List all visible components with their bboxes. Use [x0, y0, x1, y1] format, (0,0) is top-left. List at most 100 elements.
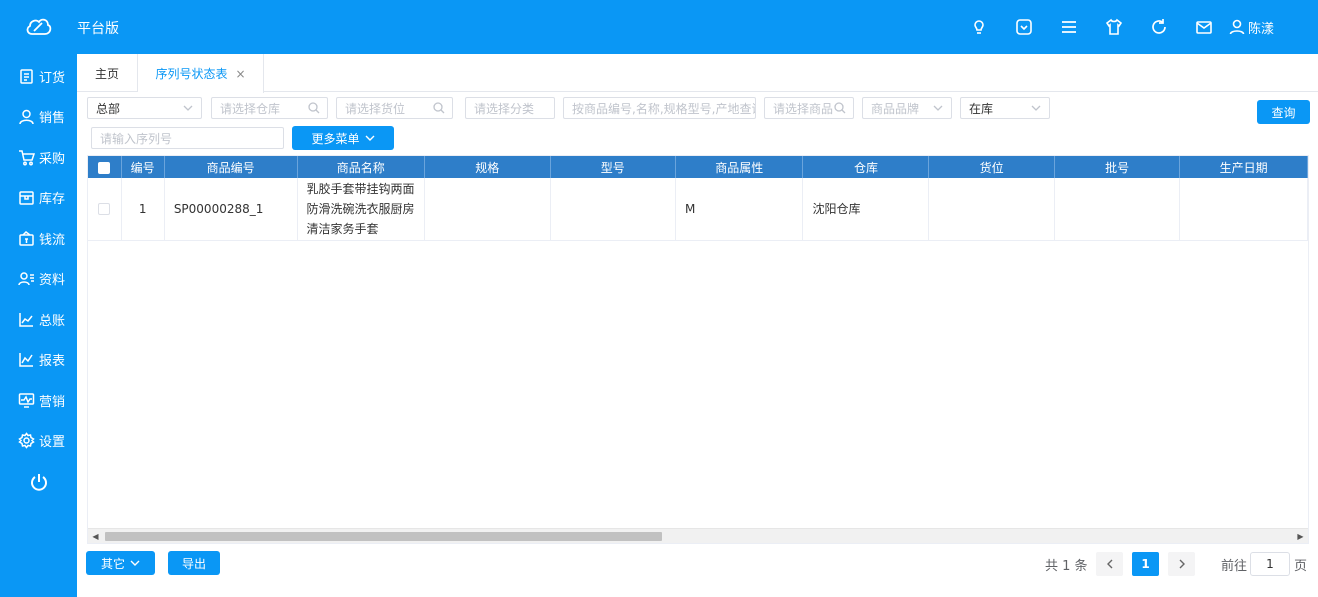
column-header[interactable]: 货位: [928, 156, 1055, 178]
scroll-left-arrow-icon[interactable]: ◀: [88, 529, 103, 543]
tab-home[interactable]: 主页: [77, 54, 138, 92]
cell-name: 乳胶手套带挂钩两面防滑洗碗洗衣服厨房清洁家务手套: [297, 178, 426, 241]
goto-page-input[interactable]: 1: [1250, 552, 1290, 576]
sidebar-item-sales[interactable]: 销售: [0, 97, 77, 138]
sidebar-item-label: 设置: [39, 435, 66, 451]
chevron-down-icon: [183, 105, 193, 111]
query-button-label: 查询: [1271, 105, 1296, 120]
sidebar-item-order[interactable]: 订货: [0, 56, 77, 97]
shirt-icon[interactable]: [1092, 0, 1137, 54]
horizontal-scrollbar[interactable]: ◀ ▶: [88, 528, 1308, 543]
app-title: 平台版: [77, 21, 119, 37]
column-header[interactable]: 商品名称: [297, 156, 426, 178]
column-header[interactable]: 规格: [424, 156, 551, 178]
cell-batch: [1054, 178, 1181, 241]
scroll-right-arrow-icon[interactable]: ▶: [1293, 529, 1308, 543]
select-all-header[interactable]: [88, 156, 122, 178]
sidebar-item-settings[interactable]: 设置: [0, 421, 77, 462]
product-select-placeholder: 请选择商品: [773, 101, 834, 116]
brand-select[interactable]: 商品品牌: [862, 97, 952, 119]
warehouse-select[interactable]: 请选择仓库: [211, 97, 328, 119]
product-search-placeholder: 按商品编号,名称,规格型号,产地查询: [572, 101, 756, 116]
query-button[interactable]: 查询: [1257, 100, 1310, 124]
cell-spec: [424, 178, 551, 241]
top-bar: 平台版 陈漾: [0, 0, 1318, 54]
page-number-current[interactable]: 1: [1132, 552, 1159, 576]
scrollbar-thumb[interactable]: [105, 532, 662, 541]
column-header[interactable]: 批号: [1054, 156, 1181, 178]
sidebar-item-purchase[interactable]: 采购: [0, 137, 77, 178]
status-select-value: 在库: [969, 101, 994, 116]
logout-button[interactable]: [0, 461, 77, 503]
mail-icon[interactable]: [1182, 0, 1227, 54]
column-header[interactable]: 编号: [121, 156, 165, 178]
sidebar-item-label: 总账: [39, 313, 66, 329]
power-icon: [30, 474, 47, 491]
select-all-checkbox[interactable]: [98, 161, 111, 174]
row-select-cell[interactable]: [88, 178, 122, 241]
close-icon[interactable]: ×: [235, 67, 245, 81]
next-page-button[interactable]: [1168, 552, 1195, 576]
scope-select[interactable]: 总部: [87, 97, 202, 119]
header-toolbar: 陈漾: [957, 0, 1318, 54]
menu-icon[interactable]: [1047, 0, 1092, 54]
search-icon: [834, 102, 846, 114]
category-select[interactable]: 请选择分类: [465, 97, 555, 119]
order-icon: [20, 69, 33, 84]
chevron-down-icon: [130, 560, 140, 566]
status-select[interactable]: 在库: [960, 97, 1050, 119]
user-name: 陈漾: [1247, 21, 1274, 37]
profile-icon: [18, 272, 34, 286]
category-select-placeholder: 请选择分类: [474, 101, 535, 116]
tab-home-label: 主页: [94, 66, 119, 81]
tab-serial-status[interactable]: 序列号状态表 ×: [138, 54, 264, 93]
page-unit-label: 页: [1294, 558, 1308, 574]
chevron-down-icon: [365, 135, 374, 141]
sidebar-item-label: 库存: [39, 192, 66, 208]
tab-serial-status-label: 序列号状态表: [155, 67, 228, 81]
brand-select-placeholder: 商品品牌: [871, 101, 920, 116]
more-menu-button[interactable]: 更多菜单: [292, 126, 394, 150]
chevron-right-icon: [1179, 559, 1185, 569]
box-icon: [19, 191, 34, 205]
column-header[interactable]: 商品属性: [675, 156, 804, 178]
location-select[interactable]: 请选择货位: [336, 97, 453, 119]
cell-location: [928, 178, 1055, 241]
data-grid: 编号 商品编号 商品名称 规格 型号 商品属性 仓库 货位 批号 生产日期 1 …: [87, 155, 1309, 544]
other-button[interactable]: 其它: [86, 551, 155, 575]
user-menu[interactable]: 陈漾: [1227, 18, 1318, 37]
export-button[interactable]: 导出: [168, 551, 220, 575]
serial-input-placeholder: 请输入序列号: [100, 131, 173, 146]
column-header[interactable]: 型号: [550, 156, 676, 178]
location-select-placeholder: 请选择货位: [345, 101, 406, 116]
product-select[interactable]: 请选择商品: [764, 97, 854, 119]
gear-icon: [18, 432, 35, 449]
chevron-down-icon: [933, 105, 943, 111]
refresh-icon[interactable]: [1137, 0, 1182, 54]
prev-page-button[interactable]: [1096, 552, 1123, 576]
serial-status-table: 编号 商品编号 商品名称 规格 型号 商品属性 仓库 货位 批号 生产日期 1 …: [88, 156, 1308, 241]
total-count: 共 1 条: [1045, 558, 1088, 574]
sidebar-item-report[interactable]: 报表: [0, 340, 77, 381]
sidebar-item-label: 订货: [39, 70, 66, 86]
sidebar-item-label: 报表: [39, 354, 66, 370]
chevron-box-icon[interactable]: [1002, 0, 1047, 54]
row-checkbox[interactable]: [98, 203, 111, 216]
cell-date: [1179, 178, 1308, 241]
product-search-input[interactable]: 按商品编号,名称,规格型号,产地查询: [563, 97, 756, 119]
sidebar-item-cashflow[interactable]: 钱流: [0, 218, 77, 259]
sidebar-item-ledger[interactable]: 总账: [0, 299, 77, 340]
sidebar-item-profile[interactable]: 资料: [0, 259, 77, 300]
serial-input[interactable]: 请输入序列号: [91, 127, 284, 149]
table-row[interactable]: 1 SP00000288_1 乳胶手套带挂钩两面防滑洗碗洗衣服厨房清洁家务手套 …: [88, 178, 1308, 241]
sidebar-item-marketing[interactable]: 营销: [0, 380, 77, 421]
sidebar: 订货 销售 采购 库存 钱流 资料 总账 报表 营销 设置: [0, 54, 77, 597]
column-header[interactable]: 仓库: [802, 156, 930, 178]
bulb-icon[interactable]: [957, 0, 1002, 54]
column-header[interactable]: 商品编号: [164, 156, 298, 178]
ledger-chart-icon: [19, 312, 33, 327]
warehouse-select-placeholder: 请选择仓库: [220, 101, 281, 116]
sidebar-item-inventory[interactable]: 库存: [0, 178, 77, 219]
table-header-row: 编号 商品编号 商品名称 规格 型号 商品属性 仓库 货位 批号 生产日期: [88, 156, 1308, 178]
column-header[interactable]: 生产日期: [1179, 156, 1308, 178]
